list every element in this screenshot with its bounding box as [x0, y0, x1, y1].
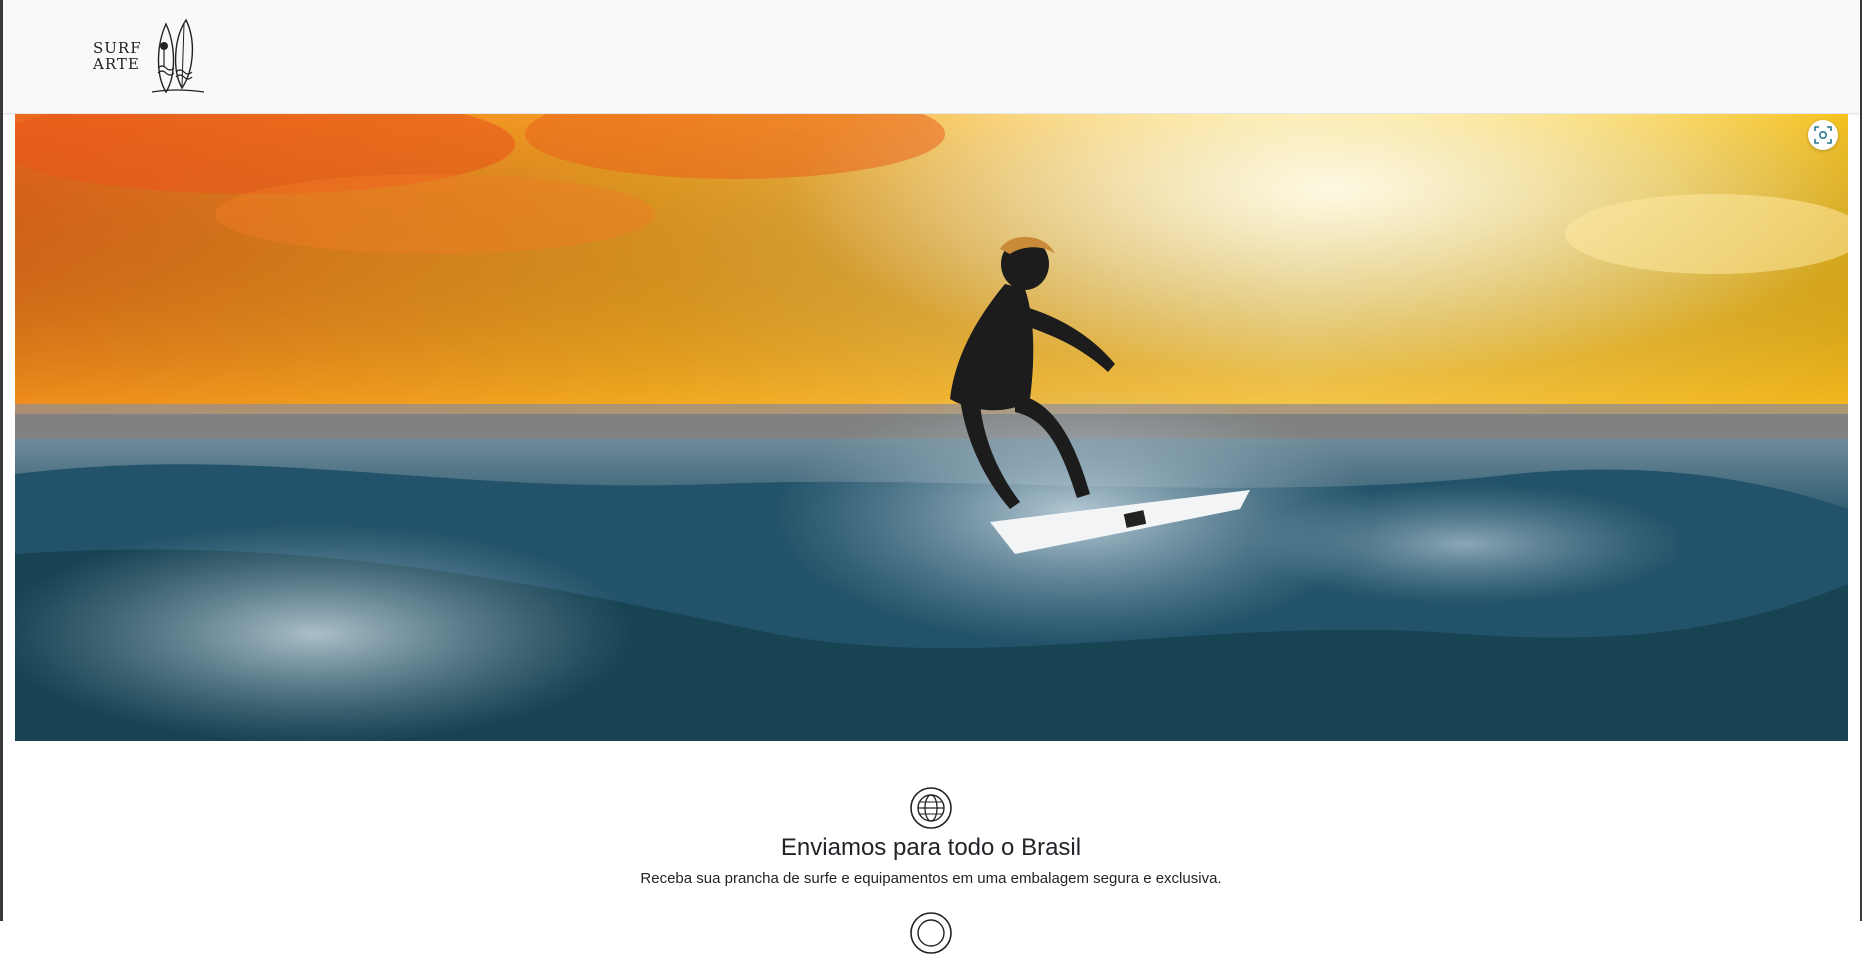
hero-image	[15, 114, 1848, 741]
brand-wordmark: SURF ARTE	[93, 40, 142, 72]
navbar: SURF ARTE	[3, 0, 1860, 114]
globe-icon	[910, 787, 952, 829]
feature-shipping: Enviamos para todo o Brasil Receba sua p…	[0, 786, 1862, 890]
brand-logo-link[interactable]: SURF ARTE	[93, 14, 213, 98]
brand-line-2: ARTE	[93, 55, 140, 73]
feature-description: Receba sua prancha de surfe e equipament…	[640, 870, 1222, 887]
next-feature-icon	[910, 912, 952, 954]
hero-banner	[15, 114, 1848, 741]
surfboards-icon	[151, 18, 204, 94]
brand-line-1: SURF	[93, 39, 142, 57]
window-frame-left	[0, 0, 3, 921]
visual-search-icon	[1814, 126, 1832, 144]
feature-title: Enviamos para todo o Brasil	[780, 834, 1082, 861]
visual-search-button[interactable]	[1808, 120, 1838, 150]
